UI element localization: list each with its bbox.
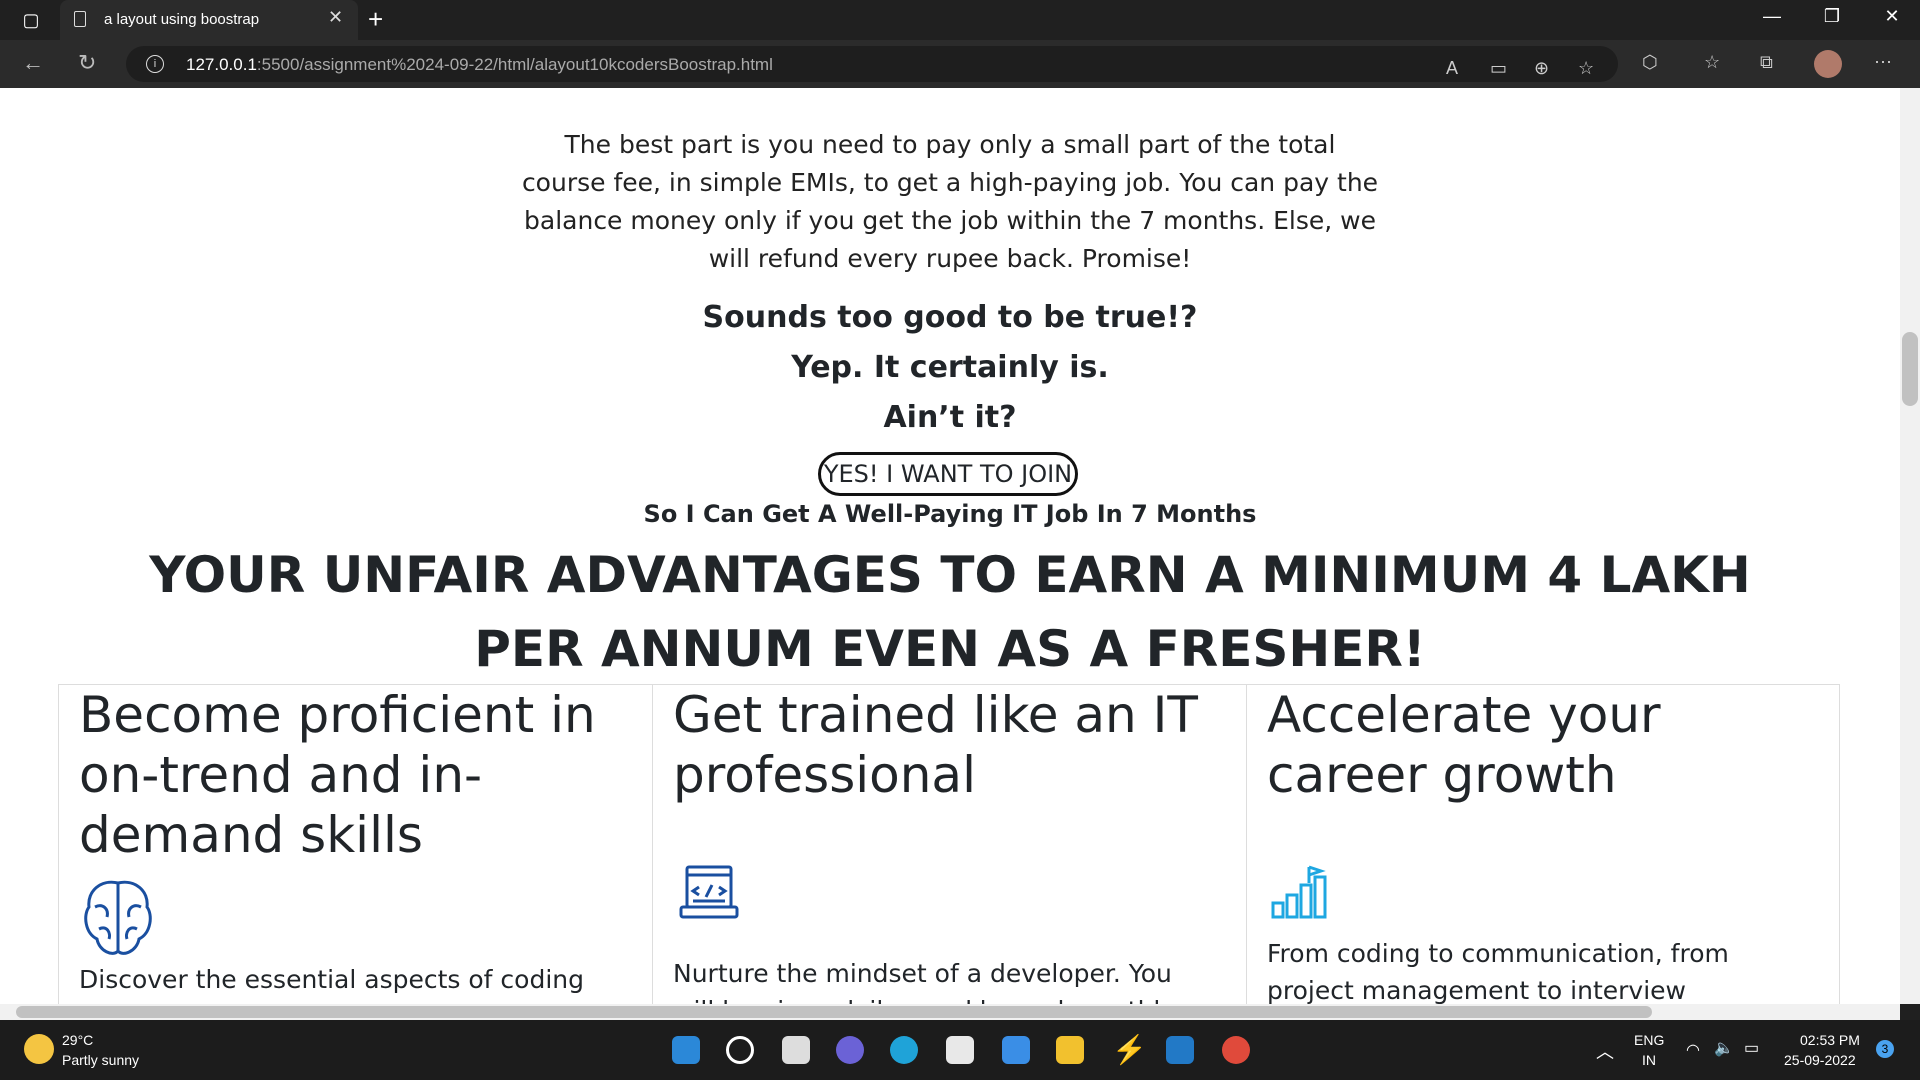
card-skills: Become proficient in on-trend and in-dem… <box>59 685 653 1004</box>
vertical-scrollbar[interactable] <box>1900 88 1920 1004</box>
store-icon[interactable] <box>946 1036 974 1064</box>
favorites-icon[interactable]: ☆ <box>1704 52 1720 73</box>
card-text: Discover the essential aspects of coding… <box>79 965 584 1004</box>
url-text[interactable]: 127.0.0.1:5500/assignment%2024-09-22/htm… <box>186 55 773 75</box>
url-field[interactable]: i 127.0.0.1:5500/assignment%2024-09-22/h… <box>126 46 1618 82</box>
add-favorite-icon[interactable]: ☆ <box>1578 58 1594 79</box>
taskbar: 29°C Partly sunny ⚡ ︿ ENG IN ◠ 🔈 ▭ 02:53… <box>0 1020 1920 1080</box>
start-icon[interactable] <box>672 1036 700 1064</box>
read-aloud-icon[interactable]: A <box>1446 58 1458 79</box>
chrome-icon[interactable] <box>1222 1036 1250 1064</box>
join-subtext: So I Can Get A Well-Paying IT Job In 7 M… <box>643 500 1257 528</box>
card-title: Get trained like an IT professional <box>673 686 1198 804</box>
brain-icon <box>84 880 152 955</box>
immersive-reader-icon[interactable]: ▭ <box>1490 58 1507 79</box>
browser-tab[interactable]: a layout using boostrap ✕ <box>60 0 358 40</box>
address-bar: ← ↻ i 127.0.0.1:5500/assignment%2024-09-… <box>0 40 1920 88</box>
restore-icon[interactable]: ❐ <box>1812 6 1852 27</box>
page-viewport: The best part is you need to pay only a … <box>0 88 1900 1004</box>
search-icon[interactable] <box>726 1036 754 1064</box>
zoom-icon[interactable]: ⊕ <box>1534 58 1549 79</box>
wifi-icon[interactable]: ◠ <box>1686 1040 1700 1060</box>
close-tab-icon[interactable]: ✕ <box>328 7 343 28</box>
tab-title: a layout using boostrap <box>104 11 260 28</box>
show-hidden-icons[interactable]: ︿ <box>1596 1038 1614 1064</box>
clock-date[interactable]: 25-09-2022 <box>1784 1052 1856 1068</box>
card-text: From coding to communication, from proje… <box>1267 939 1729 1004</box>
refresh-icon[interactable]: ↻ <box>78 50 96 76</box>
power-automate-icon[interactable]: ⚡ <box>1112 1036 1147 1064</box>
clock-time[interactable]: 02:53 PM <box>1800 1032 1860 1048</box>
vertical-scroll-thumb[interactable] <box>1902 332 1918 406</box>
tab-actions-icon[interactable]: ▢ <box>14 8 48 32</box>
url-path: :5500/assignment%2024-09-22/html/alayout… <box>256 55 773 74</box>
weather-desc[interactable]: Partly sunny <box>62 1052 139 1068</box>
file-explorer-icon[interactable] <box>1056 1036 1084 1064</box>
language-2[interactable]: IN <box>1642 1052 1656 1068</box>
weather-temp[interactable]: 29°C <box>62 1032 93 1048</box>
tagline-2: Yep. It certainly is. <box>791 350 1109 385</box>
back-icon[interactable]: ← <box>22 50 44 76</box>
weather-icon[interactable] <box>24 1034 54 1064</box>
profile-avatar[interactable] <box>1814 50 1842 78</box>
horizontal-scroll-thumb[interactable] <box>16 1006 1652 1018</box>
collections-icon[interactable]: ⧉ <box>1760 52 1773 73</box>
advantages-heading: YOUR UNFAIR ADVANTAGES TO EARN A MINIMUM… <box>149 546 1751 678</box>
volume-icon[interactable]: 🔈 <box>1714 1038 1734 1058</box>
card-title: Become proficient in on-trend and in-dem… <box>79 686 596 864</box>
notification-badge[interactable]: 3 <box>1876 1040 1894 1058</box>
tagline-3: Ain’t it? <box>883 400 1017 435</box>
new-tab-button[interactable]: + <box>368 4 383 35</box>
tagline-1: Sounds too good to be true!? <box>702 300 1198 335</box>
card-text: Nurture the mindset of a developer. You … <box>673 959 1175 1004</box>
battery-icon[interactable]: ▭ <box>1744 1038 1759 1058</box>
close-window-icon[interactable]: ✕ <box>1872 6 1912 27</box>
edge-icon[interactable] <box>890 1036 918 1064</box>
join-button[interactable]: YES! I WANT TO JOIN <box>818 452 1078 496</box>
vscode-icon[interactable] <box>1166 1036 1194 1064</box>
card-title: Accelerate your career growth <box>1267 686 1661 804</box>
minimize-icon[interactable]: — <box>1752 6 1792 27</box>
task-view-icon[interactable] <box>782 1036 810 1064</box>
tab-bar: ▢ a layout using boostrap ✕ + — ❐ ✕ <box>0 0 1920 40</box>
page-icon <box>74 11 86 27</box>
intro-paragraph: The best part is you need to pay only a … <box>521 130 1379 273</box>
card-training: Get trained like an IT professional Nurt… <box>653 685 1247 1004</box>
mail-icon[interactable] <box>1002 1036 1030 1064</box>
extensions-icon[interactable]: ⬡ <box>1642 52 1658 73</box>
growth-chart-icon <box>1271 865 1327 919</box>
language-1[interactable]: ENG <box>1634 1032 1664 1048</box>
advantages-cards: Become proficient in on-trend and in-dem… <box>58 684 1840 1004</box>
code-laptop-icon <box>679 865 739 919</box>
card-career: Accelerate your career growth From codin… <box>1247 685 1841 1004</box>
info-icon[interactable]: i <box>146 55 164 73</box>
url-host: 127.0.0.1 <box>186 55 257 74</box>
chat-icon[interactable] <box>836 1036 864 1064</box>
more-icon[interactable]: ⋯ <box>1874 52 1892 73</box>
